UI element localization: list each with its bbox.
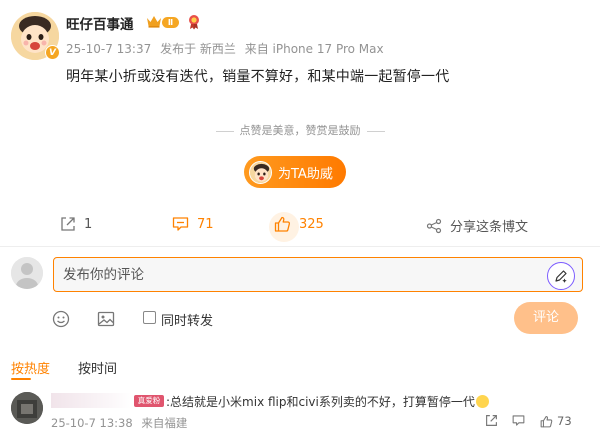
- comment-body: :总结就是小米mix flip和civi系列卖的不好，打算暂停一代: [166, 395, 475, 409]
- medal-icon[interactable]: [187, 14, 201, 30]
- repost-button[interactable]: 1: [60, 216, 92, 232]
- share-button[interactable]: 分享这条博文: [426, 216, 528, 235]
- crown-icon: [147, 16, 161, 28]
- post-body: 明年某小折或没有迭代，销量不算好，和某中端一起暂停一代: [66, 69, 450, 85]
- comment-share-button[interactable]: [485, 414, 498, 427]
- comment-button[interactable]: 71: [172, 216, 214, 232]
- repost-checkbox[interactable]: [143, 311, 156, 324]
- repost-checkbox-label[interactable]: 同时转发: [161, 310, 213, 329]
- reward-button[interactable]: 为TA助威: [244, 156, 346, 188]
- comment-like-button[interactable]: 73: [540, 414, 572, 428]
- current-user-avatar[interactable]: [11, 257, 43, 289]
- thumbs-up-icon: [540, 415, 553, 427]
- like-count: 325: [299, 216, 324, 232]
- share-icon: [486, 415, 497, 426]
- divider: [215, 130, 234, 132]
- share-icon: [426, 218, 442, 233]
- like-button[interactable]: 325: [274, 216, 324, 232]
- post-action-bar: 1 71 325 分享这条博文: [0, 212, 600, 242]
- comment-meta: 25-10-7 13:38 来自福建: [51, 415, 192, 431]
- tab-sort-time[interactable]: 按时间: [78, 358, 117, 377]
- reward-button-label: 为TA助威: [278, 166, 333, 182]
- thumbs-up-icon: [274, 216, 291, 232]
- fan-badge: 真爱粉: [134, 395, 164, 407]
- comment-time: 25-10-7 13:38: [51, 416, 133, 430]
- comment-like-count: 73: [557, 414, 572, 428]
- post-device: 来自 iPhone 17 Pro Max: [244, 42, 384, 56]
- slogan-text: 点赞是美意，赞赏是鼓励: [239, 124, 361, 137]
- active-tab-indicator: [11, 378, 31, 380]
- image-icon[interactable]: [97, 310, 115, 328]
- verified-icon: V: [45, 45, 60, 60]
- divider: [366, 130, 385, 132]
- post-time[interactable]: 25-10-7 13:37: [66, 42, 151, 56]
- post-location: 发布于 新西兰: [160, 42, 236, 56]
- section-divider: [0, 246, 600, 247]
- pen-icon: [555, 270, 567, 283]
- post-meta: 25-10-7 13:37 发布于 新西兰 来自 iPhone 17 Pro M…: [66, 40, 389, 57]
- commenter-name-obscured: [51, 393, 131, 408]
- repost-count: 1: [84, 216, 93, 232]
- comment-count: 71: [197, 216, 214, 232]
- cat-emoji-icon: [475, 395, 489, 408]
- comment-icon: [512, 415, 525, 426]
- comment-text: :总结就是小米mix flip和civi系列卖的不好，打算暂停一代: [166, 393, 489, 410]
- comment-location: 来自福建: [141, 416, 188, 430]
- ai-write-button[interactable]: [547, 262, 575, 290]
- comment-reply-button[interactable]: [512, 414, 525, 427]
- level-badge: Ⅱ: [162, 17, 179, 28]
- commenter-avatar[interactable]: [11, 392, 43, 424]
- emoji-icon[interactable]: [52, 310, 70, 328]
- repost-icon: [61, 217, 75, 231]
- author-name[interactable]: 旺仔百事通: [66, 13, 134, 33]
- share-label: 分享这条博文: [450, 220, 529, 235]
- submit-comment-button[interactable]: 评论: [514, 302, 578, 334]
- tab-sort-hot[interactable]: 按热度: [11, 358, 50, 377]
- reward-slogan: 点赞是美意，赞赏是鼓励: [0, 122, 600, 138]
- reward-avatar: [249, 160, 272, 184]
- comment-input[interactable]: 发布你的评论: [53, 257, 583, 292]
- comment-icon: [172, 217, 189, 231]
